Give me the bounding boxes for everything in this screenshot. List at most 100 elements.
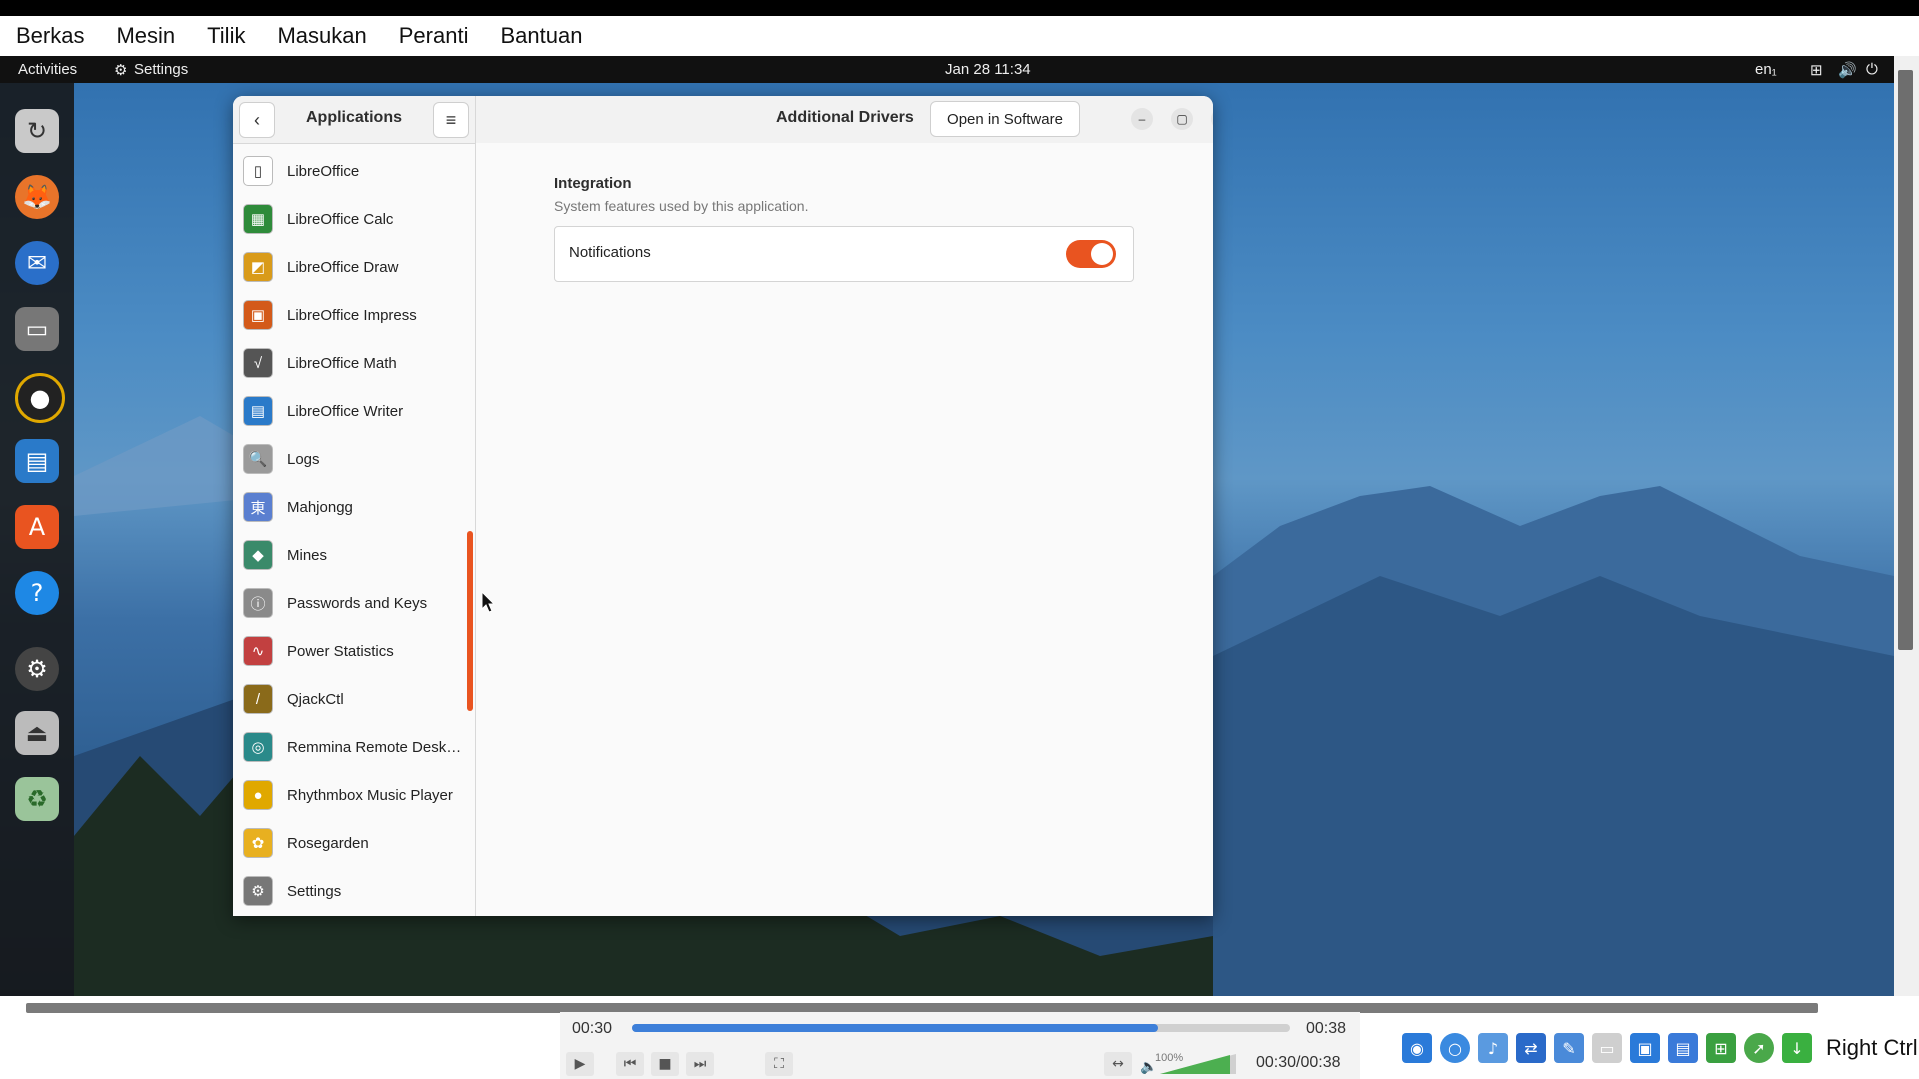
disk-icon[interactable]: ○ — [1440, 1033, 1470, 1063]
activities-button[interactable]: Activities — [18, 61, 77, 78]
aspect-icon: ↔ — [1112, 1056, 1124, 1072]
app-list-item[interactable]: √ LibreOffice Math — [233, 339, 465, 387]
play-button[interactable]: ▶ — [566, 1052, 594, 1076]
skip-back-icon: ⏮ — [623, 1056, 637, 1072]
app-list-item[interactable]: ◎ Remmina Remote Desktop Client — [233, 723, 465, 771]
writer-icon[interactable]: ▤ — [15, 439, 59, 483]
volume-icon[interactable]: 🔊 — [1838, 61, 1857, 79]
rhythmbox-icon[interactable]: ● — [15, 373, 65, 423]
network-icon[interactable]: ⊞ — [1810, 61, 1823, 79]
software-icon[interactable]: A — [15, 505, 59, 549]
display-icon[interactable]: ▣ — [1630, 1033, 1660, 1063]
trash-icon[interactable]: ♻ — [15, 777, 59, 821]
libreoffice-impress-icon: ▣ — [243, 300, 273, 330]
app-list-item[interactable]: ▯ LibreOffice — [233, 147, 465, 195]
firefox-icon[interactable]: 🦊 — [15, 175, 59, 219]
menu-berkas[interactable]: Berkas — [0, 23, 100, 49]
next-button[interactable]: ⏭ — [686, 1052, 714, 1076]
optical-drive-icon[interactable]: ◉ — [1402, 1033, 1432, 1063]
host-title-strip — [0, 0, 1919, 16]
cpu-icon[interactable]: ⊞ — [1706, 1033, 1736, 1063]
settings-window: ‹ Applications ≡ ▯ LibreOffice ▦ LibreOffic… — [233, 96, 1213, 916]
download-icon[interactable]: ↓ — [1782, 1033, 1812, 1063]
total-time: 00:38 — [1306, 1020, 1347, 1037]
app-list-item[interactable]: / QjackCtl — [233, 675, 465, 723]
app-list-label: Settings — [287, 882, 342, 900]
app-list-item[interactable]: ⓘ Passwords and Keys — [233, 579, 465, 627]
shared-folder-icon[interactable]: ▭ — [1592, 1033, 1622, 1063]
minimize-button[interactable]: – — [1131, 108, 1153, 130]
app-list-label: Rhythmbox Music Player — [287, 786, 453, 804]
aspect-button[interactable]: ↔ — [1104, 1052, 1132, 1076]
toggle-knob — [1091, 243, 1113, 265]
app-list-item[interactable]: ◩ LibreOffice Draw — [233, 243, 465, 291]
vbox-status-bar: ◉ ○ ♪ ⇄ ✎ ▭ ▣ ▤ ⊞ ➚ ↓ Right Ctrl — [1402, 1026, 1919, 1070]
rosegarden-icon: ✿ — [243, 828, 273, 858]
host-key-label: Right Ctrl — [1826, 1035, 1918, 1060]
remmina-icon: ◎ — [243, 732, 273, 762]
main-header: Additional Drivers Open in Software – ▢ … — [476, 96, 1213, 144]
recording-icon[interactable]: ▤ — [1668, 1033, 1698, 1063]
input-method-indicator[interactable]: en₁ — [1755, 61, 1777, 78]
passwords-icon: ⓘ — [243, 588, 273, 618]
libreoffice-math-icon: √ — [243, 348, 273, 378]
menu-bantuan[interactable]: Bantuan — [484, 23, 598, 49]
sidebar-scrollbar-thumb[interactable] — [467, 531, 473, 711]
minimize-icon: – — [1138, 112, 1146, 126]
app-list-label: LibreOffice Calc — [287, 210, 394, 228]
files-icon[interactable]: ▭ — [15, 307, 59, 351]
stop-button[interactable]: ■ — [651, 1052, 679, 1076]
app-list-item[interactable]: ▤ LibreOffice Writer — [233, 387, 465, 435]
app-menu-label[interactable]: Settings — [134, 61, 188, 78]
app-list-item[interactable]: ∿ Power Statistics — [233, 627, 465, 675]
maximize-icon: ▢ — [1176, 112, 1188, 126]
notifications-row[interactable]: Notifications — [554, 226, 1134, 282]
mouse-integration-icon[interactable]: ➚ — [1744, 1033, 1774, 1063]
previous-button[interactable]: ⏮ — [616, 1052, 644, 1076]
app-list-label: QjackCtl — [287, 690, 344, 708]
help-icon[interactable]: ? — [15, 571, 59, 615]
sidebar-header: ‹ Applications ≡ — [233, 96, 475, 144]
app-list-item[interactable]: ▦ LibreOffice Calc — [233, 195, 465, 243]
app-list-item[interactable]: ✿ Rosegarden — [233, 819, 465, 867]
power-icon[interactable]: ⏻ — [1866, 61, 1878, 78]
app-list-label: LibreOffice Writer — [287, 402, 404, 420]
app-list-item[interactable]: 東 Mahjongg — [233, 483, 465, 531]
host-scrollbar-thumb[interactable] — [1898, 70, 1913, 650]
volume-slider[interactable] — [1160, 1052, 1236, 1076]
settings-icon[interactable]: ⚙ — [15, 647, 59, 691]
notifications-toggle[interactable] — [1066, 240, 1116, 268]
clock[interactable]: Jan 28 11:34 — [945, 61, 1031, 78]
gear-icon: ⚙ — [114, 62, 128, 79]
menu-masukan[interactable]: Masukan — [261, 23, 382, 49]
thunderbird-icon[interactable]: ✉ — [15, 241, 59, 285]
app-list-item[interactable]: ● Rhythmbox Music Player — [233, 771, 465, 819]
sidebar-scrollbar-track[interactable] — [465, 143, 475, 916]
network-adapter-icon[interactable]: ⇄ — [1516, 1033, 1546, 1063]
mines-icon: ◆ — [243, 540, 273, 570]
usb-icon[interactable]: ✎ — [1554, 1033, 1584, 1063]
menu-tilik[interactable]: Tilik — [191, 23, 261, 49]
menu-button[interactable]: ≡ — [433, 102, 469, 138]
audio-icon[interactable]: ♪ — [1478, 1033, 1508, 1063]
video-player — [560, 1012, 1360, 1079]
open-in-software-button[interactable]: Open in Software — [930, 101, 1080, 137]
fullscreen-button[interactable]: ⛶ — [765, 1052, 793, 1076]
app-list-label: LibreOffice Math — [287, 354, 397, 372]
updater-icon[interactable]: ↻ — [15, 109, 59, 153]
rhythmbox-icon: ● — [243, 780, 273, 810]
app-list-item[interactable]: ◆ Mines — [233, 531, 465, 579]
libreoffice-writer-icon: ▤ — [243, 396, 273, 426]
libreoffice-calc-icon: ▦ — [243, 204, 273, 234]
app-list-item[interactable]: ▣ LibreOffice Impress — [233, 291, 465, 339]
usb-drive-icon[interactable]: ⏏ — [15, 711, 59, 755]
close-button[interactable]: ✕ — [1211, 108, 1213, 130]
qjackctl-icon: / — [243, 684, 273, 714]
maximize-button[interactable]: ▢ — [1171, 108, 1193, 130]
fullscreen-icon: ⛶ — [774, 1056, 784, 1072]
app-list-item[interactable]: ⚙ Settings — [233, 867, 465, 915]
play-icon: ▶ — [574, 1056, 586, 1072]
app-list-item[interactable]: 🔍 Logs — [233, 435, 465, 483]
menu-peranti[interactable]: Peranti — [383, 23, 485, 49]
menu-mesin[interactable]: Mesin — [100, 23, 191, 49]
